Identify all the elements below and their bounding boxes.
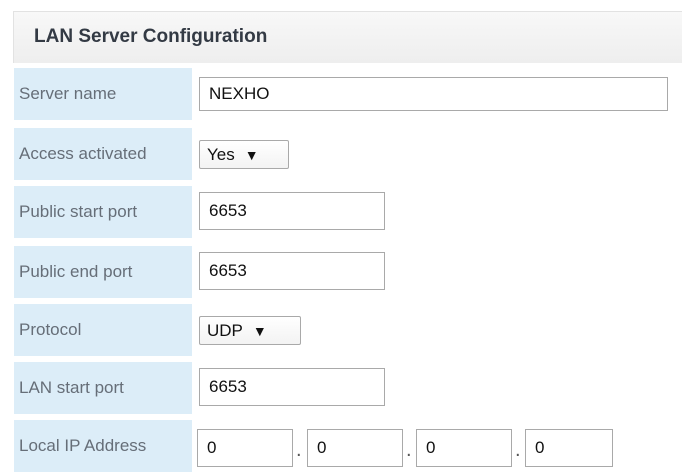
server-name-label: Server name <box>19 84 117 103</box>
row-server-name: Server name NEXHO <box>14 68 682 122</box>
label-cell: Local IP Address <box>14 420 192 472</box>
local-ip-label: Local IP Address <box>19 436 147 455</box>
ip-octet-4-input[interactable]: 0 <box>525 429 613 467</box>
label-cell: LAN start port <box>14 362 192 414</box>
ip-separator: . <box>296 439 302 461</box>
label-cell: Public end port <box>14 246 192 298</box>
row-access-activated: Access activated Yes ▼ <box>14 128 682 182</box>
ip-separator: . <box>515 439 521 461</box>
dropdown-arrow-icon: ▼ <box>244 146 259 163</box>
public-end-port-label: Public end port <box>19 262 133 281</box>
section-title: LAN Server Configuration <box>34 26 268 47</box>
public-end-port-input[interactable]: 6653 <box>199 252 385 290</box>
row-local-ip-address: Local IP Address 0 . 0 . 0 . 0 <box>14 420 682 474</box>
access-activated-label: Access activated <box>19 144 147 163</box>
ip-octet-3-input[interactable]: 0 <box>416 429 512 467</box>
lan-server-config-panel: LAN Server Configuration Server name NEX… <box>0 0 682 476</box>
section-header: LAN Server Configuration <box>13 11 682 63</box>
lan-start-port-label: LAN start port <box>19 378 124 397</box>
label-cell: Public start port <box>14 186 192 238</box>
access-activated-value: Yes <box>207 144 235 164</box>
public-start-port-label: Public start port <box>19 202 138 221</box>
server-name-input[interactable]: NEXHO <box>199 77 668 111</box>
row-public-end-port: Public end port 6653 <box>14 246 682 300</box>
public-start-port-input[interactable]: 6653 <box>199 192 385 230</box>
access-activated-select[interactable]: Yes ▼ <box>199 140 289 169</box>
dropdown-arrow-icon: ▼ <box>252 322 267 339</box>
row-protocol: Protocol UDP ▼ <box>14 304 682 358</box>
row-lan-start-port: LAN start port 6653 <box>14 362 682 416</box>
ip-octet-1-input[interactable]: 0 <box>197 429 293 467</box>
row-public-start-port: Public start port 6653 <box>14 186 682 240</box>
protocol-value: UDP <box>207 320 243 340</box>
ip-octet-2-input[interactable]: 0 <box>307 429 403 467</box>
label-cell: Protocol <box>14 304 192 356</box>
protocol-label: Protocol <box>19 320 82 339</box>
lan-start-port-input[interactable]: 6653 <box>199 368 385 406</box>
label-cell: Access activated <box>14 128 192 180</box>
protocol-select[interactable]: UDP ▼ <box>199 316 301 345</box>
ip-separator: . <box>406 439 412 461</box>
label-cell: Server name <box>14 68 192 120</box>
